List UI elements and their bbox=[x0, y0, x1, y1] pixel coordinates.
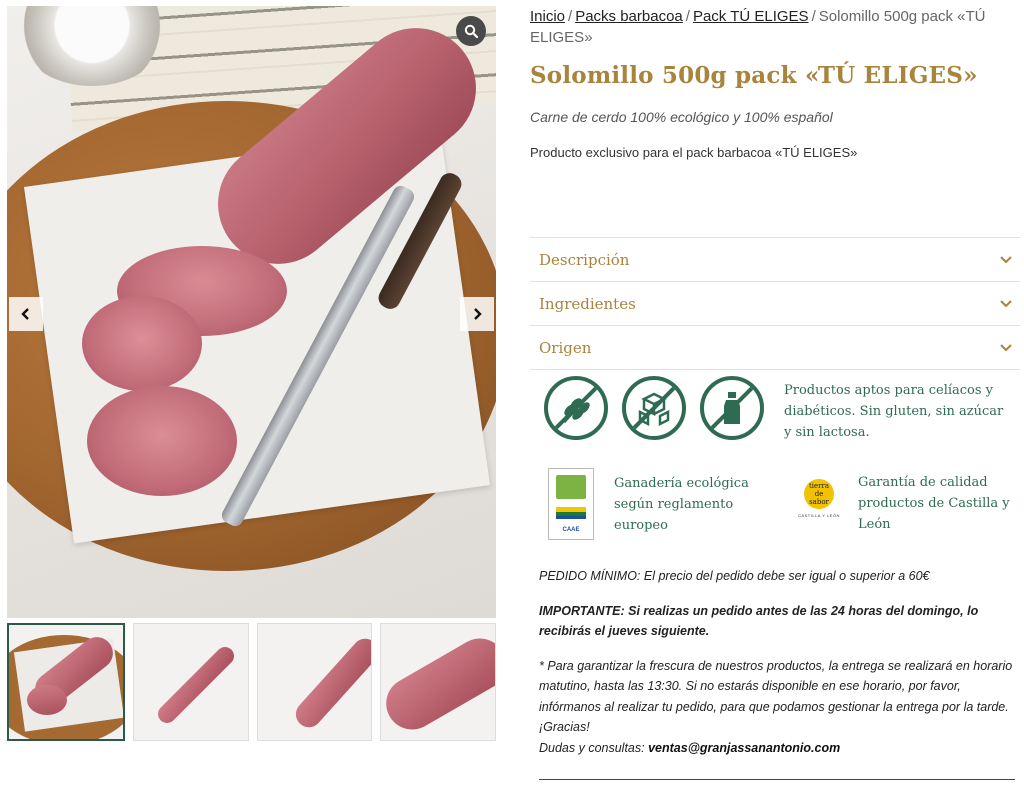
caae-stripe bbox=[556, 507, 586, 519]
minimum-label: PEDIDO MÍNIMO: bbox=[539, 569, 641, 583]
castilla-leon-label: CASTILLA Y LEÓN bbox=[798, 512, 840, 518]
product-subtitle: Carne de cerdo 100% ecológico y 100% esp… bbox=[530, 109, 833, 125]
accordion-label: Descripción bbox=[539, 250, 630, 269]
delivery-note: * Para garantizar la frescura de nuestro… bbox=[539, 658, 1013, 735]
zoom-button[interactable] bbox=[456, 16, 486, 46]
thumb-meat bbox=[154, 643, 238, 727]
chevron-down-icon bbox=[1000, 343, 1012, 351]
caae-label: CAAE bbox=[562, 527, 580, 533]
tenderloin-slice bbox=[87, 386, 237, 496]
contact-label: Dudas y consultas: bbox=[539, 740, 649, 755]
magnifier-icon bbox=[464, 24, 478, 38]
quality-text: Garantía de calidad productos de Castill… bbox=[858, 475, 1010, 532]
product-main-image[interactable] bbox=[7, 6, 496, 618]
accordion-item-origen[interactable]: Origen bbox=[530, 326, 1020, 370]
breadcrumb-separator: / bbox=[568, 8, 573, 25]
gluten-free-icon bbox=[544, 376, 608, 440]
thumb-meat bbox=[27, 685, 67, 715]
divider bbox=[539, 779, 1015, 780]
order-info: PEDIDO MÍNIMO: El precio del pedido debe… bbox=[539, 566, 1015, 772]
accordion-label: Origen bbox=[539, 338, 592, 357]
gallery-prev-button[interactable] bbox=[9, 297, 43, 331]
chevron-right-icon bbox=[474, 308, 482, 320]
eco-certification: CAAE Ganadería ecológica según reglament… bbox=[548, 468, 754, 540]
breadcrumb-separator: / bbox=[811, 8, 816, 25]
eco-text: Ganadería ecológica según reglamento eur… bbox=[614, 475, 749, 533]
thumbnail-2[interactable] bbox=[132, 623, 249, 741]
breadcrumb-home[interactable]: Inicio bbox=[530, 8, 565, 25]
breadcrumb: Inicio / Packs barbacoa / Pack TÚ ELIGES / Sol… bbox=[530, 0, 1020, 48]
contact-email-link[interactable]: ventas@granjassanantonio.com bbox=[648, 741, 840, 755]
dietary-text: Productos aptos para celíacos y diabétic… bbox=[784, 383, 1004, 440]
tenderloin-slice bbox=[82, 296, 202, 391]
thumbnail-3[interactable] bbox=[256, 623, 373, 741]
product-accordion: Descripción Ingredientes Origen bbox=[530, 237, 1020, 370]
thumbnail-strip bbox=[7, 623, 496, 741]
thumbnail-1[interactable] bbox=[7, 623, 125, 741]
accordion-item-descripcion[interactable]: Descripción bbox=[530, 238, 1020, 282]
gallery-next-button[interactable] bbox=[460, 297, 494, 331]
chevron-down-icon bbox=[1000, 299, 1012, 307]
breadcrumb-packs[interactable]: Packs barbacoa bbox=[575, 8, 683, 25]
page-title: Solomillo 500g pack «TÚ ELIGES» bbox=[530, 62, 978, 89]
breadcrumb-separator: / bbox=[685, 8, 690, 25]
product-summary: Inicio / Packs barbacoa / Pack TÚ ELIGES / Sol… bbox=[530, 0, 1020, 780]
chevron-left-icon bbox=[21, 308, 29, 320]
lactose-free-icon bbox=[700, 376, 764, 440]
wheat-icon bbox=[562, 394, 590, 424]
accordion-item-ingredientes[interactable]: Ingredientes bbox=[530, 282, 1020, 326]
eu-leaf-icon bbox=[556, 475, 586, 499]
tierra-de-sabor-logo: tierra de sabor CASTILLA Y LEÓN bbox=[788, 478, 850, 529]
minimum-order: PEDIDO MÍNIMO: El precio del pedido debe… bbox=[539, 566, 1015, 587]
minimum-text: El precio del pedido debe ser igual o su… bbox=[640, 569, 930, 583]
chevron-down-icon bbox=[1000, 255, 1012, 263]
thumb-meat bbox=[290, 633, 372, 733]
sugar-free-icon bbox=[622, 376, 686, 440]
quality-certification: tierra de sabor CASTILLA Y LEÓN Garantía… bbox=[788, 472, 1014, 535]
dietary-badges bbox=[544, 376, 764, 440]
important-note: IMPORTANTE: Si realizas un pedido antes … bbox=[539, 603, 979, 639]
thumb-meat bbox=[381, 628, 496, 740]
milk-bottle-icon bbox=[724, 392, 740, 424]
sugar-cubes-icon bbox=[638, 392, 670, 427]
breadcrumb-pack[interactable]: Pack TÚ ELIGES bbox=[693, 8, 809, 25]
exclusive-note: Producto exclusivo para el pack barbacoa… bbox=[530, 145, 858, 160]
tierra-de-sabor-mark: tierra de sabor bbox=[804, 478, 834, 509]
eu-organic-logo: CAAE bbox=[548, 468, 594, 540]
thumbnail-4[interactable] bbox=[380, 623, 496, 741]
contact-line: Dudas y consultas: ventas@granjassananto… bbox=[539, 738, 1015, 759]
accordion-label: Ingredientes bbox=[539, 294, 636, 313]
